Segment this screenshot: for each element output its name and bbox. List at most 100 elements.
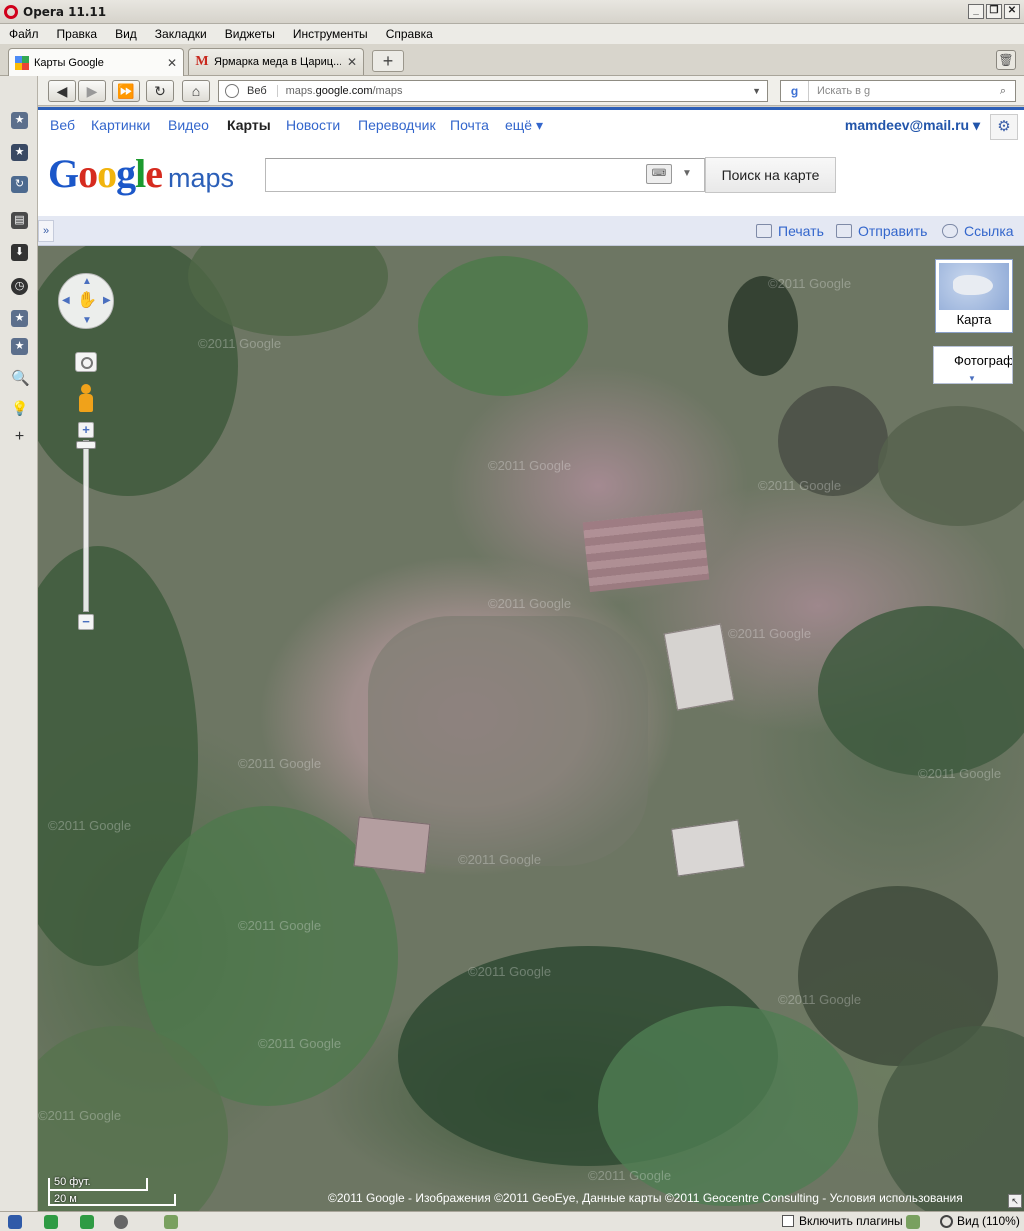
map-type-button[interactable]: Карта: [935, 259, 1013, 333]
pan-up-icon[interactable]: ▲: [82, 276, 92, 287]
gnav-news[interactable]: Новости: [286, 117, 340, 133]
pan-right-icon[interactable]: ▶: [103, 295, 111, 306]
print-link[interactable]: Печать: [756, 223, 824, 239]
map-watermark: ©2011 Google: [238, 918, 322, 933]
sync-status-icon[interactable]: [114, 1215, 128, 1229]
image-display-icon[interactable]: [164, 1215, 178, 1229]
address-scheme-label: Веб: [247, 85, 278, 97]
minimize-button[interactable]: _: [968, 4, 984, 19]
zoom-slider-handle[interactable]: [76, 441, 96, 449]
menu-bookmarks[interactable]: Закладки: [146, 27, 216, 41]
chain-link-icon: [942, 224, 958, 238]
search-field[interactable]: g Искать в g ⌕: [780, 80, 1016, 102]
link-link[interactable]: Ссылка: [942, 223, 1014, 239]
plugins-checkbox[interactable]: [782, 1215, 794, 1227]
gnav-web[interactable]: Веб: [50, 117, 75, 133]
turbo-status-icon[interactable]: [80, 1215, 94, 1229]
envelope-icon: [836, 224, 852, 238]
tips-bulb-icon[interactable]: 💡: [11, 400, 28, 417]
address-url[interactable]: maps.google.com/maps: [286, 85, 403, 97]
menu-tools[interactable]: Инструменты: [284, 27, 377, 41]
unite-panel-icon[interactable]: ↻: [11, 176, 28, 193]
tab-close-icon[interactable]: ✕: [167, 56, 177, 70]
zoom-reset-button[interactable]: [75, 352, 97, 372]
opera-logo-icon: [4, 4, 18, 19]
google-maps-logo[interactable]: Google maps: [48, 150, 234, 197]
photos-dropdown-icon[interactable]: ▼: [968, 374, 976, 383]
tab-title: Карты Google: [34, 57, 104, 69]
menu-file[interactable]: Файл: [0, 27, 48, 41]
reload-button[interactable]: ↻: [146, 80, 174, 102]
add-panel-icon[interactable]: +: [11, 428, 28, 445]
maps-search-input[interactable]: [265, 158, 705, 192]
address-bar[interactable]: Веб maps.google.com/maps ▼: [218, 80, 768, 102]
photos-layer-button[interactable]: Фотографии ▼: [933, 346, 1013, 384]
zoom-in-button[interactable]: +: [78, 422, 94, 438]
gnav-mail[interactable]: Почта: [450, 117, 489, 133]
keyboard-dropdown-icon[interactable]: ▼: [682, 168, 692, 179]
downloads-panel-icon[interactable]: ⬇: [11, 244, 28, 261]
zoom-slider-track[interactable]: [83, 440, 89, 612]
satellite-map[interactable]: ©2011 Google ©2011 Google ©2011 Google ©…: [38, 246, 1024, 1211]
search-maps-button[interactable]: Поиск на карте: [705, 157, 836, 193]
map-watermark: ©2011 Google: [198, 336, 282, 351]
gnav-video[interactable]: Видео: [168, 117, 209, 133]
gnav-translate[interactable]: Переводчик: [358, 117, 436, 133]
search-panel-icon[interactable]: 🔍: [11, 370, 30, 387]
terms-link[interactable]: Условия использования: [830, 1191, 963, 1205]
widgets-panel-icon[interactable]: ★: [11, 144, 28, 161]
map-thumbnail: [939, 263, 1009, 310]
map-watermark: ©2011 Google: [918, 766, 1002, 781]
closed-tabs-trash-icon[interactable]: 🗑: [996, 50, 1016, 70]
maximize-button[interactable]: ❐: [986, 4, 1002, 19]
street-view-pegman-icon[interactable]: [77, 384, 95, 418]
maps-header: Google maps ⌨ ▼ Поиск на карте: [38, 142, 1024, 216]
new-tab-button[interactable]: +: [372, 50, 404, 72]
pan-left-icon[interactable]: ◀: [62, 295, 70, 306]
map-scale: 50 фут. 20 м: [46, 1176, 178, 1206]
search-icon[interactable]: ⌕: [993, 82, 1013, 100]
greenhouse-beds: [582, 509, 710, 593]
back-button[interactable]: ◀: [48, 80, 76, 102]
enable-plugins-toggle[interactable]: Включить плагины: [782, 1214, 903, 1228]
virtual-keyboard-icon[interactable]: ⌨: [646, 164, 672, 184]
zoom-level-control[interactable]: Вид (110%): [940, 1214, 1020, 1228]
search-engine-icon[interactable]: g: [781, 81, 809, 101]
zoom-out-button[interactable]: −: [78, 614, 94, 630]
pan-control[interactable]: ▲ ▼ ◀ ▶ ✋: [58, 273, 114, 329]
close-button[interactable]: ✕: [1004, 4, 1020, 19]
tab-close-icon[interactable]: ✕: [347, 55, 357, 69]
panel-toggle-icon[interactable]: [8, 1215, 22, 1229]
zoom-level-label: Вид (110%): [957, 1214, 1020, 1228]
map-watermark: ©2011 Google: [778, 992, 862, 1007]
gnav-more[interactable]: ещё ▾: [505, 117, 543, 134]
send-link[interactable]: Отправить: [836, 223, 927, 239]
expand-panel-icon[interactable]: »: [38, 220, 54, 242]
account-menu[interactable]: mamdeev@mail.ru ▾: [845, 117, 980, 134]
info-panel-icon[interactable]: ★: [11, 338, 28, 355]
menu-edit[interactable]: Правка: [48, 27, 107, 41]
tab-honey-fair[interactable]: M Ярмарка меда в Цариц... ✕: [188, 48, 364, 75]
links-panel-icon[interactable]: ★: [11, 310, 28, 327]
bookmarks-panel-icon[interactable]: ★: [11, 112, 28, 129]
menu-widgets[interactable]: Виджеты: [216, 27, 284, 41]
fast-forward-button[interactable]: ⏩: [112, 80, 140, 102]
overview-map-toggle-icon[interactable]: ↖: [1008, 1194, 1022, 1208]
map-watermark: ©2011 Google: [38, 1108, 122, 1123]
menu-view[interactable]: Вид: [106, 27, 146, 41]
map-actions-bar: » Печать Отправить Ссылка: [38, 216, 1024, 246]
unite-status-icon[interactable]: [44, 1215, 58, 1229]
window-titlebar: Opera 11.11 _ ❐ ✕: [0, 0, 1024, 24]
settings-gear-icon[interactable]: ⚙: [990, 114, 1018, 140]
tab-google-maps[interactable]: Карты Google ✕: [8, 48, 184, 77]
gnav-images[interactable]: Картинки: [91, 117, 150, 133]
gnav-maps[interactable]: Карты: [227, 117, 271, 133]
view-mode-icon[interactable]: [906, 1215, 920, 1229]
menu-help[interactable]: Справка: [377, 27, 442, 41]
history-panel-icon[interactable]: ◷: [11, 278, 28, 295]
pan-down-icon[interactable]: ▼: [82, 315, 92, 326]
address-dropdown-icon[interactable]: ▼: [752, 86, 761, 96]
home-button[interactable]: ⌂: [182, 80, 210, 102]
forward-button[interactable]: ▶: [78, 80, 106, 102]
notes-panel-icon[interactable]: ▤: [11, 212, 28, 229]
